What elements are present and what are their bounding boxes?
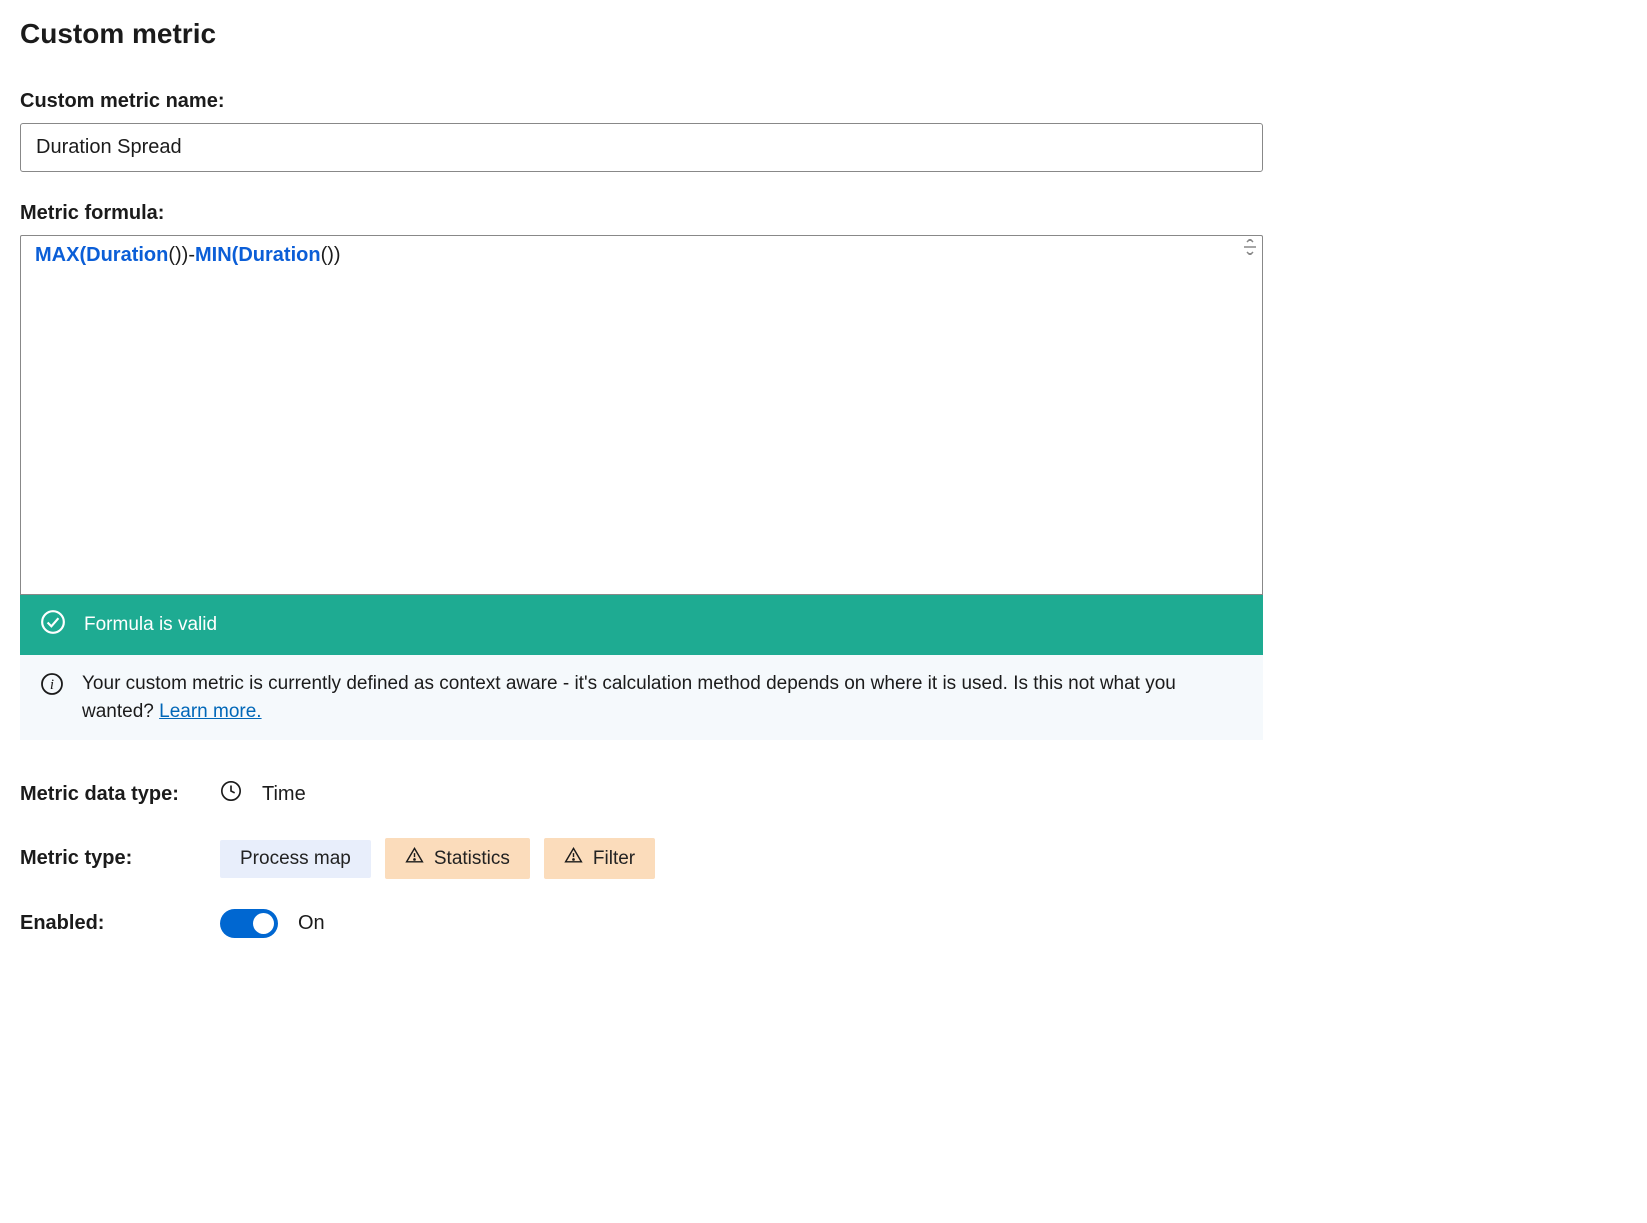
metric-type-tag-2[interactable]: Filter xyxy=(544,838,655,879)
tag-label: Statistics xyxy=(434,848,510,870)
metric-type-tag-0[interactable]: Process map xyxy=(220,840,371,878)
metric-name-input[interactable] xyxy=(20,123,1263,172)
tag-label: Filter xyxy=(593,848,635,870)
name-label: Custom metric name: xyxy=(20,90,1627,113)
info-icon: i xyxy=(40,672,64,705)
data-type-value: Time xyxy=(262,783,306,806)
validation-text: Formula is valid xyxy=(84,614,217,636)
clock-icon xyxy=(220,780,242,808)
page-title: Custom metric xyxy=(20,18,1627,50)
check-circle-icon xyxy=(40,609,66,641)
warning-icon xyxy=(405,846,424,871)
resize-handle-icon[interactable] xyxy=(1242,238,1260,256)
learn-more-link[interactable]: Learn more. xyxy=(159,701,261,722)
enabled-label: Enabled: xyxy=(20,912,220,935)
svg-text:i: i xyxy=(50,677,54,693)
warning-icon xyxy=(564,846,583,871)
info-bar: i Your custom metric is currently define… xyxy=(20,655,1263,740)
validation-bar: Formula is valid xyxy=(20,595,1263,655)
metric-type-label: Metric type: xyxy=(20,847,220,870)
info-text: Your custom metric is currently defined … xyxy=(82,670,1243,725)
formula-content: MAX(Duration())-MIN(Duration()) xyxy=(35,244,341,266)
metric-type-tag-1[interactable]: Statistics xyxy=(385,838,530,879)
enabled-toggle[interactable] xyxy=(220,909,278,938)
data-type-label: Metric data type: xyxy=(20,783,220,806)
enabled-value: On xyxy=(298,912,325,935)
formula-editor[interactable]: MAX(Duration())-MIN(Duration()) xyxy=(20,235,1263,595)
formula-label: Metric formula: xyxy=(20,202,1627,225)
tag-label: Process map xyxy=(240,848,351,870)
